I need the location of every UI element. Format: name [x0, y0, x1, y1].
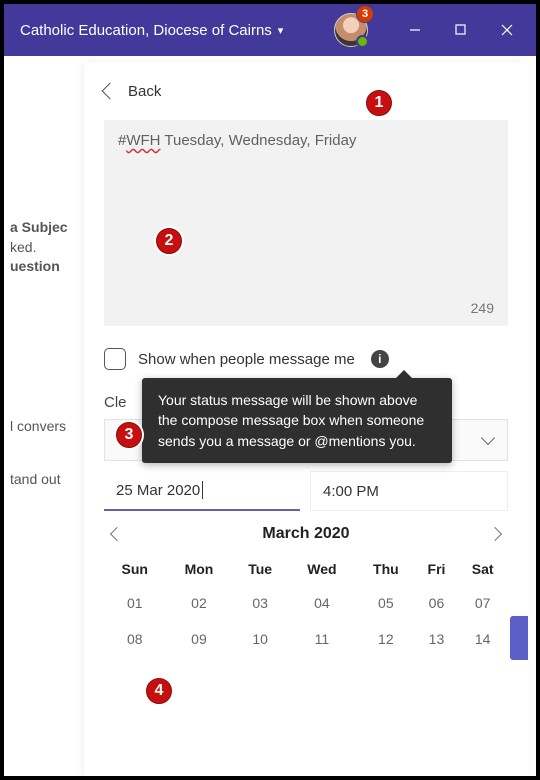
calendar-day[interactable]: 07: [457, 585, 508, 621]
calendar-title: March 2020: [262, 525, 349, 543]
prev-month-button[interactable]: [110, 527, 124, 541]
calendar-day-header: Wed: [288, 553, 356, 585]
show-when-messaged-row: Show when people message me i Your statu…: [104, 348, 508, 370]
calendar-day-header: Tue: [232, 553, 287, 585]
annotation-badge-3: 3: [114, 420, 144, 450]
calendar-day[interactable]: 03: [232, 585, 287, 621]
calendar-day-header: Fri: [416, 553, 458, 585]
time-input[interactable]: 4:00 PM: [310, 471, 508, 511]
notification-badge: 3: [356, 5, 374, 23]
date-value: 25 Mar 2020: [116, 482, 200, 499]
window-controls: [394, 13, 528, 47]
calendar-day[interactable]: 04: [288, 585, 356, 621]
date-input[interactable]: 25 Mar 2020: [104, 471, 300, 511]
show-when-messaged-label: Show when people message me: [138, 351, 355, 368]
calendar-day[interactable]: 08: [104, 621, 166, 657]
annotation-badge-2: 2: [154, 226, 184, 256]
minimize-button[interactable]: [394, 13, 436, 47]
calendar-day[interactable]: 10: [232, 621, 287, 657]
maximize-button[interactable]: [440, 13, 482, 47]
profile-avatar[interactable]: 3: [334, 13, 368, 47]
back-button[interactable]: Back: [104, 76, 508, 106]
chevron-down-icon: [481, 431, 495, 445]
annotation-badge-1: 1: [364, 88, 394, 118]
titlebar: Catholic Education, Diocese of Cairns ▾ …: [4, 4, 536, 56]
status-message-input[interactable]: #WFH Tuesday, Wednesday, Friday 249: [104, 120, 508, 326]
calendar-day[interactable]: 09: [166, 621, 233, 657]
chevron-left-icon: [102, 83, 119, 100]
show-when-messaged-checkbox[interactable]: [104, 348, 126, 370]
date-picker: March 2020 SunMonTueWedThuFriSat 0102030…: [104, 521, 508, 657]
calendar-day[interactable]: 13: [416, 621, 458, 657]
status-rest: Tuesday, Wednesday, Friday: [161, 132, 357, 149]
calendar-day[interactable]: 11: [288, 621, 356, 657]
org-name: Catholic Education, Diocese of Cairns: [20, 22, 272, 39]
calendar-day[interactable]: 12: [356, 621, 416, 657]
info-tooltip: Your status message will be shown above …: [142, 378, 452, 463]
calendar-grid: SunMonTueWedThuFriSat 01020304050607 0809…: [104, 553, 508, 657]
calendar-day[interactable]: 14: [457, 621, 508, 657]
calendar-day-header: Mon: [166, 553, 233, 585]
tooltip-text: Your status message will be shown above …: [158, 392, 424, 449]
back-label: Back: [128, 83, 161, 100]
calendar-day-header: Sat: [457, 553, 508, 585]
calendar-day[interactable]: 05: [356, 585, 416, 621]
bg-text: uestion: [10, 257, 78, 277]
next-month-button[interactable]: [488, 527, 502, 541]
bg-text: tand out: [10, 470, 78, 490]
status-settings-panel: Back #WFH Tuesday, Wednesday, Friday 249…: [84, 62, 528, 776]
calendar-day[interactable]: 02: [166, 585, 233, 621]
bg-text: l convers: [10, 417, 78, 437]
annotation-badge-4: 4: [144, 676, 174, 706]
background-page-fragments: a Subjec ked. uestion l convers tand out: [4, 56, 84, 776]
close-button[interactable]: [486, 13, 528, 47]
char-counter: 249: [471, 300, 494, 316]
info-icon[interactable]: i: [371, 350, 389, 368]
datetime-row: 25 Mar 2020 4:00 PM: [104, 471, 508, 511]
content-area: a Subjec ked. uestion l convers tand out…: [4, 56, 536, 776]
calendar-day-header: Sun: [104, 553, 166, 585]
text-cursor: [202, 481, 203, 499]
org-dropdown-icon[interactable]: ▾: [278, 24, 284, 37]
bg-text: ked.: [10, 238, 78, 258]
calendar-day[interactable]: 06: [416, 585, 458, 621]
status-message-text: #WFH Tuesday, Wednesday, Friday: [118, 132, 356, 149]
status-wfh: WFH: [126, 132, 160, 149]
presence-available-icon: [356, 35, 369, 48]
time-value: 4:00 PM: [323, 483, 379, 500]
calendar-day[interactable]: 01: [104, 585, 166, 621]
done-button-edge[interactable]: [510, 616, 528, 660]
bg-text: a Subjec: [10, 218, 78, 238]
calendar-day-header: Thu: [356, 553, 416, 585]
